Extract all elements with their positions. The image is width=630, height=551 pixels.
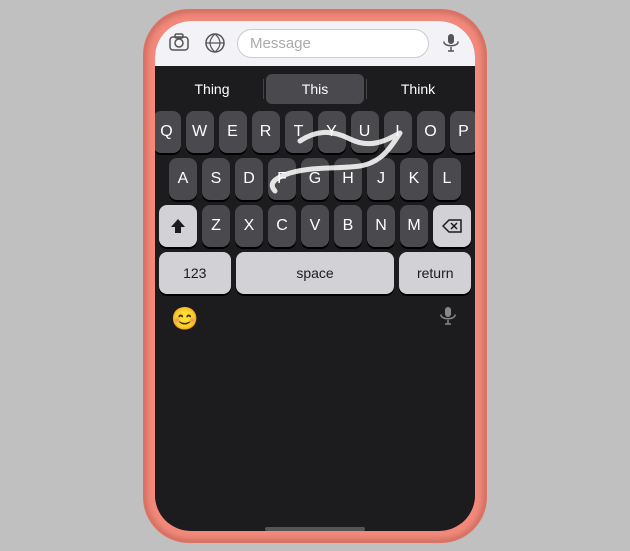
key-j[interactable]: J xyxy=(367,158,395,200)
key-w[interactable]: W xyxy=(186,111,214,153)
emoji-icon[interactable]: 😊 xyxy=(171,306,198,332)
key-shift[interactable] xyxy=(159,205,197,247)
key-a[interactable]: A xyxy=(169,158,197,200)
key-v[interactable]: V xyxy=(301,205,329,247)
key-return[interactable]: return xyxy=(399,252,471,294)
key-p[interactable]: P xyxy=(450,111,476,153)
key-row-1: Q W E R T Y U I O P xyxy=(159,111,471,153)
key-k[interactable]: K xyxy=(400,158,428,200)
message-input[interactable]: Message xyxy=(237,29,429,58)
predictive-thing[interactable]: Thing xyxy=(163,74,261,104)
key-row-2: A S D F G H J K L xyxy=(159,158,471,200)
key-numbers[interactable]: 123 xyxy=(159,252,231,294)
key-rows-container: Q W E R T Y U I O P A S D F G xyxy=(159,111,471,294)
keyboard: Thing This Think Q W E R T xyxy=(155,66,475,523)
key-d[interactable]: D xyxy=(235,158,263,200)
key-o[interactable]: O xyxy=(417,111,445,153)
predictive-this[interactable]: This xyxy=(266,74,364,104)
key-s[interactable]: S xyxy=(202,158,230,200)
key-l[interactable]: L xyxy=(433,158,461,200)
key-u[interactable]: U xyxy=(351,111,379,153)
key-row-3: Z X C V B N M xyxy=(159,205,471,247)
key-h[interactable]: H xyxy=(334,158,362,200)
message-placeholder: Message xyxy=(250,35,311,52)
key-t[interactable]: T xyxy=(285,111,313,153)
key-g[interactable]: G xyxy=(301,158,329,200)
key-n[interactable]: N xyxy=(367,205,395,247)
key-b[interactable]: B xyxy=(334,205,362,247)
phone-frame: Message Thing This xyxy=(145,11,485,541)
predictive-divider-2 xyxy=(366,79,367,99)
key-r[interactable]: R xyxy=(252,111,280,153)
camera-icon[interactable] xyxy=(165,29,193,57)
key-y[interactable]: Y xyxy=(318,111,346,153)
key-f[interactable]: F xyxy=(268,158,296,200)
key-m[interactable]: M xyxy=(400,205,428,247)
top-mic-icon[interactable] xyxy=(437,29,465,57)
key-e[interactable]: E xyxy=(219,111,247,153)
key-c[interactable]: C xyxy=(268,205,296,247)
key-x[interactable]: X xyxy=(235,205,263,247)
key-backspace[interactable] xyxy=(433,205,471,247)
phone-inner: Message Thing This xyxy=(155,21,475,531)
predictive-think[interactable]: Think xyxy=(369,74,467,104)
home-indicator xyxy=(265,527,365,531)
top-bar: Message xyxy=(155,21,475,66)
keyboard-bottom-bar: 😊 xyxy=(159,299,471,339)
key-q[interactable]: Q xyxy=(155,111,181,153)
key-row-4: 123 space return xyxy=(159,252,471,294)
key-space[interactable]: space xyxy=(236,252,395,294)
key-z[interactable]: Z xyxy=(202,205,230,247)
key-i[interactable]: I xyxy=(384,111,412,153)
predictive-divider-1 xyxy=(263,79,264,99)
bottom-mic-icon[interactable] xyxy=(437,305,459,333)
predictive-row: Thing This Think xyxy=(159,72,471,106)
apps-icon[interactable] xyxy=(201,29,229,57)
